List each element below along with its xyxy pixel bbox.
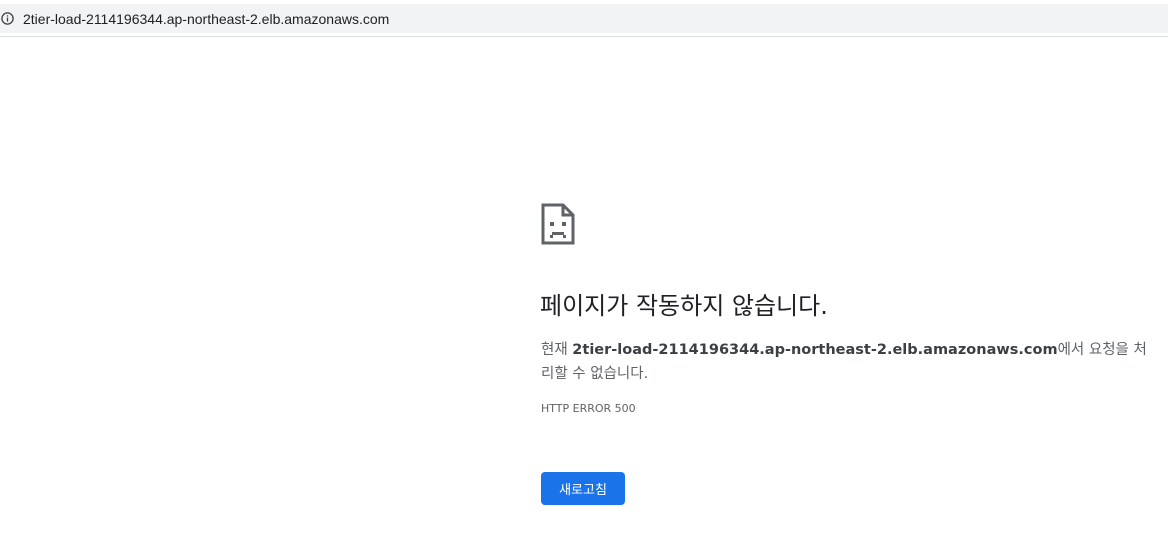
sad-page-icon xyxy=(541,203,575,245)
url-text[interactable]: 2tier-load-2114196344.ap-northeast-2.elb… xyxy=(23,11,389,27)
info-icon[interactable] xyxy=(1,12,14,25)
error-code: HTTP ERROR 500 xyxy=(541,402,636,415)
error-description: 현재 2tier-load-2114196344.ap-northeast-2.… xyxy=(541,338,1151,386)
error-title: 페이지가 작동하지 않습니다. xyxy=(540,292,828,320)
reload-button[interactable]: 새로고침 xyxy=(541,472,625,505)
error-desc-prefix: 현재 xyxy=(541,342,573,358)
address-bar[interactable]: 2tier-load-2114196344.ap-northeast-2.elb… xyxy=(0,4,1168,33)
error-host: 2tier-load-2114196344.ap-northeast-2.elb… xyxy=(572,342,1058,358)
toolbar-divider xyxy=(0,36,1168,37)
